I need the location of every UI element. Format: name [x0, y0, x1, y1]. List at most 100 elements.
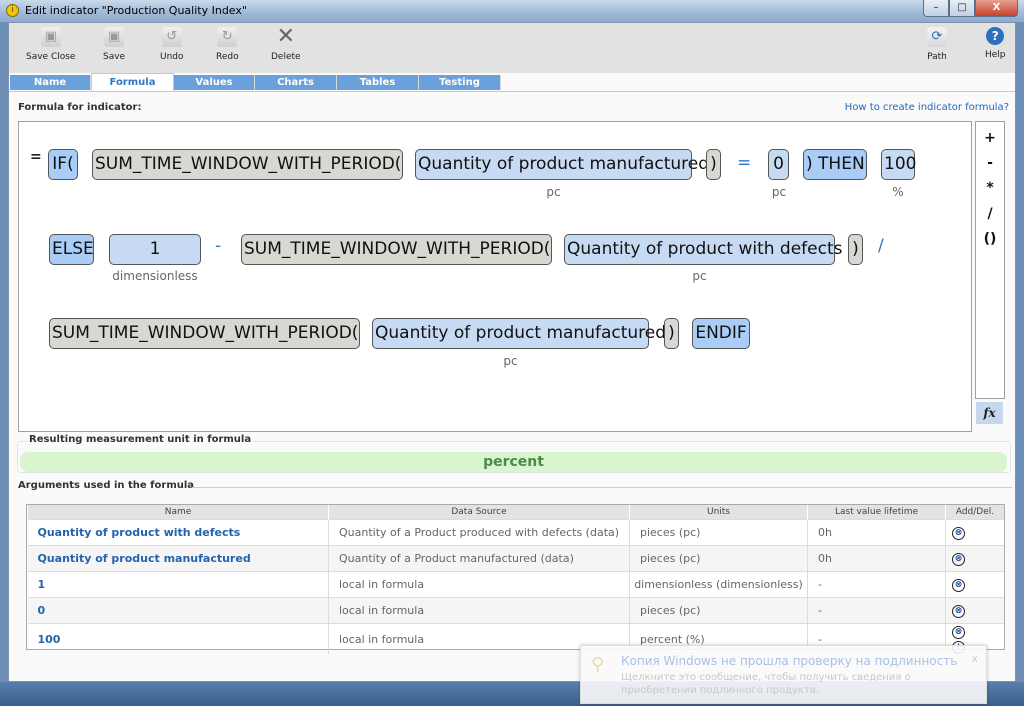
- argument-lifetime: -: [807, 571, 946, 598]
- argument-units: pieces (pc): [629, 519, 808, 546]
- argument-lifetime: -: [807, 597, 946, 624]
- argument-units: pieces (pc): [629, 545, 808, 572]
- redo-label: Redo: [216, 52, 239, 62]
- maximize-button[interactable]: □: [949, 0, 975, 17]
- minimize-button[interactable]: –: [923, 0, 949, 17]
- token-unit: pc: [771, 185, 787, 199]
- token-unit: pc: [546, 185, 561, 199]
- token-if[interactable]: IF(: [48, 149, 78, 180]
- title-bar: i Edit indicator "Production Quality Ind…: [0, 0, 1024, 22]
- argument-lifetime: 0h: [807, 519, 946, 546]
- token-argument[interactable]: Quantity of product manufactured: [415, 149, 709, 180]
- operator-plus-button[interactable]: +: [976, 130, 1004, 146]
- column-header-data-source[interactable]: Data Source: [328, 505, 630, 520]
- token-argument[interactable]: Quantity of product with defects: [564, 234, 842, 265]
- tab-tables[interactable]: Tables: [337, 75, 419, 90]
- token-argument[interactable]: Quantity of product manufactured: [372, 318, 666, 349]
- column-header-name[interactable]: Name: [27, 505, 329, 520]
- delete-argument-icon[interactable]: ⊗: [952, 553, 965, 566]
- notification-body: Щелкните это сообщение, чтобы получить с…: [621, 672, 911, 696]
- save-button[interactable]: ▣ Save: [103, 27, 125, 62]
- tab-formula[interactable]: Formula: [91, 73, 174, 91]
- save-icon: ▣: [104, 27, 125, 47]
- argument-name[interactable]: Quantity of product with defects: [27, 519, 329, 546]
- result-unit-value: percent: [20, 452, 1007, 472]
- token-sum-function[interactable]: SUM_TIME_WINDOW_WITH_PERIOD(: [92, 149, 403, 180]
- table-row[interactable]: Quantity of product with defects Quantit…: [27, 519, 1004, 546]
- formula-label: Formula for indicator:: [18, 102, 142, 113]
- result-unit-label: Resulting measurement unit in formula: [27, 434, 254, 445]
- token-sum-function[interactable]: SUM_TIME_WINDOW_WITH_PERIOD(: [241, 234, 552, 265]
- argument-source: Quantity of a Product produced with defe…: [328, 519, 630, 546]
- help-button[interactable]: ? Help: [985, 27, 1006, 60]
- redo-button[interactable]: ↻ Redo: [216, 27, 239, 62]
- tab-charts[interactable]: Charts: [255, 75, 337, 90]
- token-close-paren[interactable]: ): [848, 234, 863, 265]
- arguments-table: Name Data Source Units Last value lifeti…: [26, 504, 1005, 654]
- argument-name[interactable]: Quantity of product manufactured: [27, 545, 329, 572]
- save-close-icon: ▣: [40, 27, 61, 47]
- edit-indicator-window: i Edit indicator "Production Quality Ind…: [0, 0, 1024, 706]
- operator-divide-button[interactable]: /: [976, 206, 1004, 222]
- token-unit: %: [892, 185, 904, 199]
- redo-icon: ↻: [217, 27, 238, 47]
- tab-testing[interactable]: Testing: [419, 75, 501, 90]
- column-header-units[interactable]: Units: [629, 505, 808, 520]
- arguments-label: Arguments used in the formula: [18, 480, 195, 491]
- token-number-0[interactable]: 0: [768, 149, 789, 180]
- delete-argument-icon[interactable]: ⊗: [952, 626, 965, 639]
- operator-minus[interactable]: -: [215, 236, 221, 256]
- operator-divide[interactable]: /: [878, 236, 884, 256]
- save-close-button[interactable]: ▣ Save Close: [26, 27, 75, 62]
- delete-label: Delete: [271, 52, 301, 62]
- table-row[interactable]: 1 local in formula dimensionless (dimens…: [27, 571, 1004, 598]
- delete-argument-icon[interactable]: ⊗: [952, 605, 965, 618]
- token-sum-function[interactable]: SUM_TIME_WINDOW_WITH_PERIOD(: [49, 318, 360, 349]
- argument-name[interactable]: 1: [27, 571, 329, 598]
- argument-name[interactable]: 0: [27, 597, 329, 624]
- argument-name[interactable]: 100: [27, 623, 329, 654]
- token-number-100[interactable]: 100: [881, 149, 916, 180]
- token-unit: pc: [692, 269, 707, 283]
- argument-source: local in formula: [328, 571, 630, 598]
- windows-activation-notification[interactable]: ⚲ Копия Windows не прошла проверку на по…: [580, 645, 987, 704]
- token-close-paren[interactable]: ): [664, 318, 679, 349]
- notification-close-icon[interactable]: x: [971, 652, 978, 665]
- notification-title: Копия Windows не прошла проверку на подл…: [621, 654, 958, 668]
- delete-button[interactable]: ✕ Delete: [271, 24, 301, 63]
- undo-icon: ↺: [161, 27, 182, 47]
- undo-button[interactable]: ↺ Undo: [160, 27, 184, 62]
- tab-bar: Name Formula Values Charts Tables Testin…: [9, 73, 1015, 92]
- token-close-paren[interactable]: ): [706, 149, 721, 180]
- function-wizard-button[interactable]: fx: [976, 402, 1003, 424]
- delete-argument-icon[interactable]: ⊗: [952, 527, 965, 540]
- token-number-1[interactable]: 1: [109, 234, 201, 265]
- operator-parentheses-button[interactable]: (): [976, 231, 1004, 247]
- column-header-lifetime[interactable]: Last value lifetime: [807, 505, 946, 520]
- argument-lifetime: 0h: [807, 545, 946, 572]
- column-header-add-del[interactable]: Add/Del.: [945, 505, 1004, 520]
- operator-multiply-button[interactable]: *: [976, 180, 1004, 196]
- operator-equals[interactable]: =: [737, 153, 751, 173]
- operator-minus-button[interactable]: -: [976, 155, 1004, 171]
- token-then[interactable]: ) THEN: [803, 149, 867, 180]
- formula-help-link[interactable]: How to create indicator formula?: [845, 102, 1009, 113]
- table-row[interactable]: 0 local in formula pieces (pc) - ⊗: [27, 597, 1004, 624]
- table-row[interactable]: Quantity of product manufactured Quantit…: [27, 545, 1004, 572]
- app-icon: i: [6, 4, 19, 17]
- undo-label: Undo: [160, 52, 184, 62]
- path-label: Path: [927, 52, 947, 62]
- delete-icon: ✕: [276, 24, 295, 49]
- close-button[interactable]: X: [975, 0, 1018, 17]
- path-button[interactable]: ⟳ Path: [927, 27, 947, 62]
- token-else[interactable]: ELSE: [49, 234, 94, 265]
- formula-editor[interactable]: = IF( SUM_TIME_WINDOW_WITH_PERIOD( Quant…: [18, 121, 972, 432]
- arguments-divider: [192, 487, 1012, 488]
- token-endif[interactable]: ENDIF: [692, 318, 750, 349]
- key-icon: ⚲: [591, 654, 605, 675]
- delete-argument-icon[interactable]: ⊗: [952, 579, 965, 592]
- tab-values[interactable]: Values: [174, 75, 255, 90]
- toolbar: ▣ Save Close ▣ Save ↺ Undo ↻ Redo ✕ Dele…: [9, 23, 1015, 73]
- token-unit: pc: [503, 354, 518, 368]
- tab-name[interactable]: Name: [10, 75, 91, 90]
